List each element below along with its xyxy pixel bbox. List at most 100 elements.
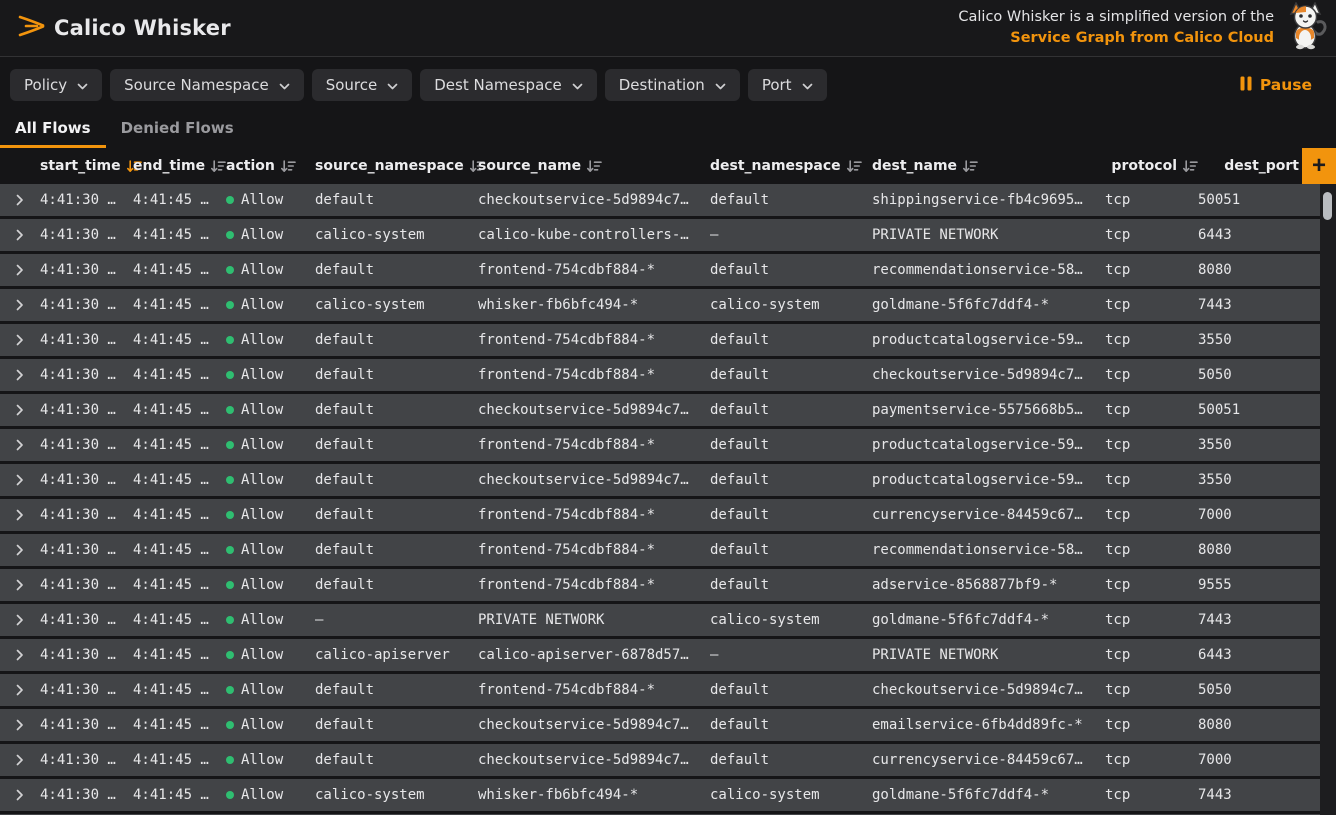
pause-button[interactable]: Pause — [1240, 76, 1322, 95]
cell-dest_namespace: – — [710, 647, 872, 663]
row-expand-chevron-icon[interactable] — [0, 509, 40, 521]
action-label: Allow — [241, 717, 283, 733]
action-label: Allow — [241, 577, 283, 593]
column-header-protocol[interactable]: protocol — [1105, 158, 1198, 174]
row-expand-chevron-icon[interactable] — [0, 404, 40, 416]
flow-row[interactable]: 4:41:30 …4:41:45 …Allowdefaultcheckoutse… — [0, 744, 1320, 776]
cell-source_name: frontend-754cdbf884-* — [478, 507, 710, 523]
allow-status-dot — [226, 196, 234, 204]
cell-dest_namespace: default — [710, 367, 872, 383]
filter-chip-port[interactable]: Port — [748, 69, 827, 101]
flow-row[interactable]: 4:41:30 …4:41:45 …Allowdefaultfrontend-7… — [0, 569, 1320, 601]
cell-source_namespace: default — [315, 472, 478, 488]
filter-chip-source-namespace[interactable]: Source Namespace — [110, 69, 304, 101]
row-expand-chevron-icon[interactable] — [0, 264, 40, 276]
filter-chip-policy[interactable]: Policy — [10, 69, 102, 101]
cell-start_time: 4:41:30 … — [40, 297, 133, 313]
flow-row[interactable]: 4:41:30 …4:41:45 …Allowcalico-systemwhis… — [0, 779, 1320, 811]
flow-row[interactable]: 4:41:30 …4:41:45 …Allowdefaultcheckoutse… — [0, 464, 1320, 496]
flow-row[interactable]: 4:41:30 …4:41:45 …Allowcalico-systemcali… — [0, 219, 1320, 251]
flow-row[interactable]: 4:41:30 …4:41:45 …Allowdefaultfrontend-7… — [0, 674, 1320, 706]
column-header-action[interactable]: action — [226, 158, 315, 174]
row-expand-chevron-icon[interactable] — [0, 439, 40, 451]
row-expand-chevron-icon[interactable] — [0, 684, 40, 696]
row-expand-chevron-icon[interactable] — [0, 229, 40, 241]
flow-row[interactable]: 4:41:30 …4:41:45 …Allowcalico-systemwhis… — [0, 289, 1320, 321]
flow-row[interactable]: 4:41:30 …4:41:45 …Allowdefaultfrontend-7… — [0, 254, 1320, 286]
column-header-source_namespace[interactable]: source_namespace — [315, 158, 478, 174]
table-scrollbar-track[interactable] — [1320, 184, 1336, 815]
cell-protocol: tcp — [1105, 367, 1198, 383]
cell-action: Allow — [226, 437, 315, 453]
flow-row[interactable]: 4:41:30 …4:41:45 …Allowdefaultfrontend-7… — [0, 359, 1320, 391]
cell-dest_port: 3550 — [1198, 332, 1320, 348]
cell-start_time: 4:41:30 … — [40, 542, 133, 558]
add-column-button[interactable]: + — [1302, 148, 1336, 184]
service-graph-link[interactable]: Service Graph from Calico Cloud — [958, 28, 1274, 49]
filter-chip-dest-namespace[interactable]: Dest Namespace — [420, 69, 597, 101]
row-expand-chevron-icon[interactable] — [0, 369, 40, 381]
column-header-source_name[interactable]: source_name — [478, 158, 710, 174]
row-expand-chevron-icon[interactable] — [0, 719, 40, 731]
sort-icon[interactable] — [847, 160, 862, 173]
chevron-down-icon — [715, 76, 726, 94]
cell-protocol: tcp — [1105, 192, 1198, 208]
cell-dest_name: goldmane-5f6fc7ddf4-* — [872, 612, 1105, 628]
filter-chip-source[interactable]: Source — [312, 69, 413, 101]
row-expand-chevron-icon[interactable] — [0, 789, 40, 801]
sort-icon[interactable] — [211, 160, 226, 173]
chevron-down-icon — [572, 76, 583, 94]
cell-start_time: 4:41:30 … — [40, 507, 133, 523]
allow-status-dot — [226, 231, 234, 239]
cell-end_time: 4:41:45 … — [133, 542, 226, 558]
column-header-end_time[interactable]: end_time — [133, 158, 226, 174]
flow-row[interactable]: 4:41:30 …4:41:45 …Allow–PRIVATE NETWORKc… — [0, 604, 1320, 636]
flow-row[interactable]: 4:41:30 …4:41:45 …Allowdefaultfrontend-7… — [0, 324, 1320, 356]
cell-source_namespace: default — [315, 542, 478, 558]
flow-row[interactable]: 4:41:30 …4:41:45 …Allowdefaultfrontend-7… — [0, 534, 1320, 566]
sort-icon[interactable] — [1183, 160, 1198, 173]
column-header-dest_namespace[interactable]: dest_namespace — [710, 158, 872, 174]
allow-status-dot — [226, 406, 234, 414]
row-expand-chevron-icon[interactable] — [0, 194, 40, 206]
row-expand-chevron-icon[interactable] — [0, 474, 40, 486]
cell-action: Allow — [226, 577, 315, 593]
row-expand-chevron-icon[interactable] — [0, 299, 40, 311]
cell-protocol: tcp — [1105, 507, 1198, 523]
column-header-start_time[interactable]: start_time — [40, 158, 133, 174]
cell-dest_name: shippingservice-fb4c9695… — [872, 192, 1105, 208]
flows-table: start_timeend_timeactionsource_namespace… — [0, 148, 1336, 815]
tab-all-flows[interactable]: All Flows — [0, 111, 106, 148]
sort-icon[interactable] — [587, 160, 602, 173]
column-header-dest_name[interactable]: dest_name — [872, 158, 1105, 174]
action-label: Allow — [241, 787, 283, 803]
flow-row[interactable]: 4:41:30 …4:41:45 …Allowcalico-apiserverc… — [0, 639, 1320, 671]
cell-end_time: 4:41:45 … — [133, 717, 226, 733]
row-expand-chevron-icon[interactable] — [0, 334, 40, 346]
cell-start_time: 4:41:30 … — [40, 577, 133, 593]
row-expand-chevron-icon[interactable] — [0, 544, 40, 556]
cell-end_time: 4:41:45 … — [133, 297, 226, 313]
row-expand-chevron-icon[interactable] — [0, 754, 40, 766]
sort-icon[interactable] — [281, 160, 296, 173]
cell-dest_port: 8080 — [1198, 542, 1320, 558]
flow-row[interactable]: 4:41:30 …4:41:45 …Allowdefaultcheckoutse… — [0, 709, 1320, 741]
allow-status-dot — [226, 546, 234, 554]
row-expand-chevron-icon[interactable] — [0, 579, 40, 591]
table-scrollbar-thumb[interactable] — [1323, 192, 1332, 220]
filter-chip-destination[interactable]: Destination — [605, 69, 740, 101]
cell-source_name: whisker-fb6bfc494-* — [478, 787, 710, 803]
flow-row[interactable]: 4:41:30 …4:41:45 …Allowdefaultcheckoutse… — [0, 184, 1320, 216]
row-expand-chevron-icon[interactable] — [0, 649, 40, 661]
flow-row[interactable]: 4:41:30 …4:41:45 …Allowdefaultfrontend-7… — [0, 429, 1320, 461]
action-label: Allow — [241, 297, 283, 313]
sort-icon[interactable] — [963, 160, 978, 173]
chevron-down-icon — [279, 76, 290, 94]
cell-protocol: tcp — [1105, 542, 1198, 558]
column-label: dest_name — [872, 158, 957, 174]
flow-row[interactable]: 4:41:30 …4:41:45 …Allowdefaultcheckoutse… — [0, 394, 1320, 426]
cell-dest_namespace: default — [710, 542, 872, 558]
flow-row[interactable]: 4:41:30 …4:41:45 …Allowdefaultfrontend-7… — [0, 499, 1320, 531]
tab-denied-flows[interactable]: Denied Flows — [106, 111, 249, 148]
row-expand-chevron-icon[interactable] — [0, 614, 40, 626]
